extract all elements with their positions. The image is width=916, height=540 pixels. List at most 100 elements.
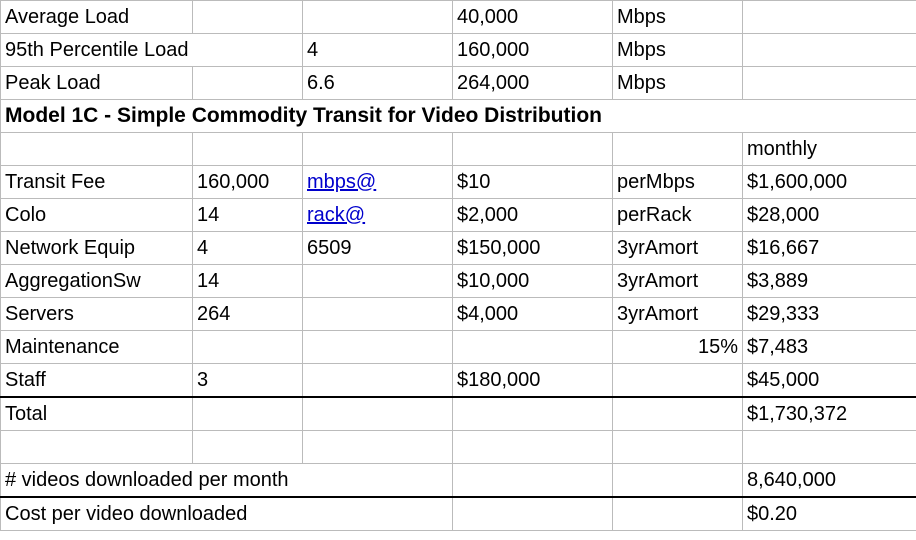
- cell: [303, 1, 453, 34]
- cell: [613, 397, 743, 431]
- cell-label: Peak Load: [1, 67, 193, 100]
- cell: [303, 298, 453, 331]
- cell: 6.6: [303, 67, 453, 100]
- cell: [743, 67, 916, 100]
- cell: [193, 67, 303, 100]
- cell: [193, 431, 303, 464]
- section-title: Model 1C - Simple Commodity Transit for …: [1, 100, 916, 133]
- cell: [1, 133, 193, 166]
- cell-label: Network Equip: [1, 232, 193, 265]
- cell-link-mbps[interactable]: mbps@: [303, 166, 453, 199]
- cell-label: Colo: [1, 199, 193, 232]
- cell: $29,333: [743, 298, 916, 331]
- row-95th-percentile: 95th Percentile Load 4 160,000 Mbps: [1, 34, 916, 67]
- row-transit-fee: Transit Fee 160,000 mbps@ $10 perMbps $1…: [1, 166, 916, 199]
- cell: [303, 431, 453, 464]
- cell: 264,000: [453, 67, 613, 100]
- cell: [1, 431, 193, 464]
- cell: [303, 133, 453, 166]
- cell: [303, 397, 453, 431]
- cell: $1,730,372: [743, 397, 916, 431]
- cell-label: Cost per video downloaded: [1, 497, 453, 531]
- cell: $7,483: [743, 331, 916, 364]
- cell-label: Servers: [1, 298, 193, 331]
- row-empty: [1, 431, 916, 464]
- cell: 8,640,000: [743, 464, 916, 498]
- cell: [613, 133, 743, 166]
- cell: [613, 364, 743, 398]
- cell: $1,600,000: [743, 166, 916, 199]
- row-monthly-header: monthly: [1, 133, 916, 166]
- cell: [303, 364, 453, 398]
- cell: 3: [193, 364, 303, 398]
- cell: $180,000: [453, 364, 613, 398]
- cell: 40,000: [453, 1, 613, 34]
- row-servers: Servers 264 $4,000 3yrAmort $29,333: [1, 298, 916, 331]
- cell: [743, 431, 916, 464]
- cell: [453, 431, 613, 464]
- cell: [613, 431, 743, 464]
- cell: 3yrAmort: [613, 232, 743, 265]
- row-colo: Colo 14 rack@ $2,000 perRack $28,000: [1, 199, 916, 232]
- cell: [453, 464, 613, 498]
- cell: Mbps: [613, 34, 743, 67]
- row-network-equip: Network Equip 4 6509 $150,000 3yrAmort $…: [1, 232, 916, 265]
- cell: [453, 397, 613, 431]
- cell: [743, 34, 916, 67]
- row-average-load: Average Load 40,000 Mbps: [1, 1, 916, 34]
- cell: 14: [193, 199, 303, 232]
- cell: [453, 497, 613, 531]
- cell: [193, 1, 303, 34]
- cell: [303, 331, 453, 364]
- cell: 6509: [303, 232, 453, 265]
- row-total: Total $1,730,372: [1, 397, 916, 431]
- row-maintenance: Maintenance 15% $7,483: [1, 331, 916, 364]
- cell: [613, 497, 743, 531]
- cell: 3yrAmort: [613, 265, 743, 298]
- cell: perMbps: [613, 166, 743, 199]
- cell: 4: [193, 232, 303, 265]
- cell: [193, 331, 303, 364]
- row-section-header: Model 1C - Simple Commodity Transit for …: [1, 100, 916, 133]
- cell: $3,889: [743, 265, 916, 298]
- cell: [193, 133, 303, 166]
- cell: 4: [303, 34, 453, 67]
- cell: 264: [193, 298, 303, 331]
- cell: [743, 1, 916, 34]
- cell: 3yrAmort: [613, 298, 743, 331]
- row-aggregation-sw: AggregationSw 14 $10,000 3yrAmort $3,889: [1, 265, 916, 298]
- cell-label: # videos downloaded per month: [1, 464, 453, 498]
- cell: 14: [193, 265, 303, 298]
- cell: $150,000: [453, 232, 613, 265]
- cell: Mbps: [613, 1, 743, 34]
- cell: $4,000: [453, 298, 613, 331]
- cell: [193, 397, 303, 431]
- cell: 160,000: [453, 34, 613, 67]
- spreadsheet-table: Average Load 40,000 Mbps 95th Percentile…: [0, 0, 916, 531]
- row-cost-per-video: Cost per video downloaded $0.20: [1, 497, 916, 531]
- cell-monthly: monthly: [743, 133, 916, 166]
- cell-label: AggregationSw: [1, 265, 193, 298]
- cell: [303, 265, 453, 298]
- cell: $28,000: [743, 199, 916, 232]
- cell: [453, 331, 613, 364]
- cell: $10: [453, 166, 613, 199]
- cell-label: Maintenance: [1, 331, 193, 364]
- cell-label: Average Load: [1, 1, 193, 34]
- row-peak-load: Peak Load 6.6 264,000 Mbps: [1, 67, 916, 100]
- cell: perRack: [613, 199, 743, 232]
- cell: [453, 133, 613, 166]
- cell: 15%: [613, 331, 743, 364]
- cell: $2,000: [453, 199, 613, 232]
- cell-label: Staff: [1, 364, 193, 398]
- cell: 160,000: [193, 166, 303, 199]
- cell-label: 95th Percentile Load: [1, 34, 303, 67]
- row-videos-downloaded: # videos downloaded per month 8,640,000: [1, 464, 916, 498]
- cell-label: Transit Fee: [1, 166, 193, 199]
- cell: [613, 464, 743, 498]
- cell-link-rack[interactable]: rack@: [303, 199, 453, 232]
- cell: $0.20: [743, 497, 916, 531]
- cell-label: Total: [1, 397, 193, 431]
- cell: $10,000: [453, 265, 613, 298]
- cell: Mbps: [613, 67, 743, 100]
